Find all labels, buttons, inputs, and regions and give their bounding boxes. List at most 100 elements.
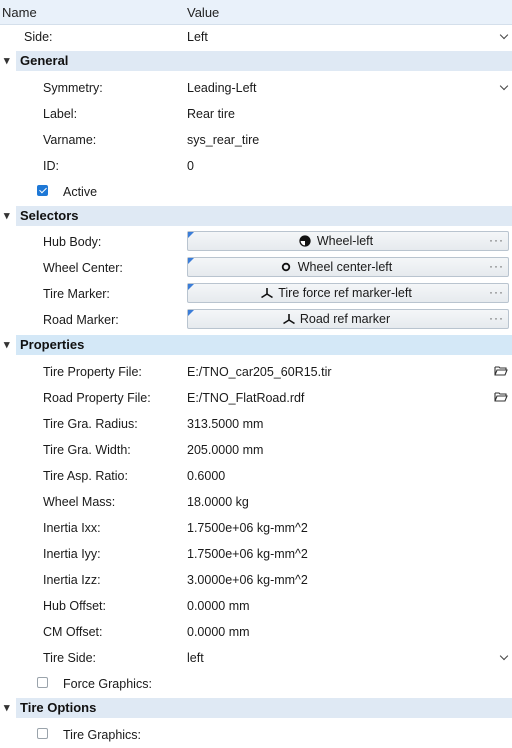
property-panel: Name Value Side: Left ▾ General Symmetry…: [0, 0, 512, 743]
tire-marker-row[interactable]: Tire Marker: Tire force ref marker-left …: [0, 281, 512, 307]
hub-offset-row[interactable]: Hub Offset: 0.0000 mm: [0, 593, 512, 619]
road-property-file-row[interactable]: Road Property File: E:/TNO_FlatRoad.rdf: [0, 385, 512, 411]
cm-offset-label: CM Offset:: [43, 625, 103, 639]
tire-graphics-checkbox[interactable]: [37, 728, 48, 739]
more-options-icon[interactable]: ···: [489, 259, 504, 273]
section-tire-options-title: Tire Options: [20, 700, 97, 715]
wheel-mass-row[interactable]: Wheel Mass: 18.0000 kg: [0, 489, 512, 515]
hub-body-selector[interactable]: Wheel-left ···: [187, 231, 509, 251]
tire-graphics-row[interactable]: Tire Graphics:: [0, 722, 512, 748]
collapse-caret-icon[interactable]: ▾: [4, 338, 10, 351]
folder-open-icon[interactable]: [494, 391, 508, 405]
side-label: Side:: [24, 30, 53, 44]
collapse-caret-icon[interactable]: ▾: [4, 209, 10, 222]
section-selectors[interactable]: ▾ Selectors: [0, 206, 512, 226]
aspect-ratio-row[interactable]: Tire Asp. Ratio: 0.6000: [0, 463, 512, 489]
road-marker-selector[interactable]: Road ref marker ···: [187, 309, 509, 329]
tire-property-file-row[interactable]: Tire Property File: E:/TNO_car205_60R15.…: [0, 359, 512, 385]
tire-radius-value[interactable]: 313.5000 mm: [187, 417, 263, 431]
section-tire-options[interactable]: ▾ Tire Options: [0, 698, 512, 718]
road-marker-row[interactable]: Road Marker: Road ref marker ···: [0, 307, 512, 333]
tire-width-row[interactable]: Tire Gra. Width: 205.0000 mm: [0, 437, 512, 463]
inertia-izz-label: Inertia Izz:: [43, 573, 101, 587]
tire-marker-selector[interactable]: Tire force ref marker-left ···: [187, 283, 509, 303]
hub-body-row[interactable]: Hub Body: Wheel-left ···: [0, 229, 512, 255]
road-property-file-label: Road Property File:: [43, 391, 151, 405]
section-general-title: General: [20, 53, 69, 68]
tire-side-row[interactable]: Tire Side: left: [0, 645, 512, 671]
hub-body-label: Hub Body:: [43, 235, 102, 249]
body-icon: [299, 235, 311, 247]
symmetry-row[interactable]: Symmetry: Leading-Left: [0, 75, 512, 101]
road-property-file-value[interactable]: E:/TNO_FlatRoad.rdf: [187, 391, 304, 405]
force-graphics-checkbox[interactable]: [37, 677, 48, 688]
marker-icon: [282, 313, 295, 325]
inertia-ixx-label: Inertia Ixx:: [43, 521, 101, 535]
more-options-icon[interactable]: ···: [489, 285, 504, 299]
section-general[interactable]: ▾ General: [0, 51, 512, 71]
tire-property-file-label: Tire Property File:: [43, 365, 142, 379]
inertia-ixx-value[interactable]: 1.7500e+06 kg-mm^2: [187, 521, 308, 535]
id-value[interactable]: 0: [187, 159, 194, 173]
varname-row[interactable]: Varname: sys_rear_tire: [0, 127, 512, 153]
section-selectors-title: Selectors: [20, 208, 79, 223]
force-graphics-label: Force Graphics:: [63, 677, 152, 691]
section-properties[interactable]: ▾ Properties: [0, 335, 512, 355]
tire-side-value[interactable]: left: [187, 651, 204, 665]
collapse-caret-icon[interactable]: ▾: [4, 54, 10, 67]
more-options-icon[interactable]: ···: [489, 311, 504, 325]
tire-radius-row[interactable]: Tire Gra. Radius: 313.5000 mm: [0, 411, 512, 437]
tire-width-value[interactable]: 205.0000 mm: [187, 443, 263, 457]
active-checkbox[interactable]: [37, 185, 48, 196]
point-icon: [280, 261, 292, 273]
wheel-center-label: Wheel Center:: [43, 261, 123, 275]
more-options-icon[interactable]: ···: [489, 233, 504, 247]
chevron-down-icon[interactable]: [499, 30, 509, 40]
cm-offset-value[interactable]: 0.0000 mm: [187, 625, 250, 639]
column-header: Name Value: [0, 0, 512, 25]
inertia-ixx-row[interactable]: Inertia Ixx: 1.7500e+06 kg-mm^2: [0, 515, 512, 541]
folder-open-icon[interactable]: [494, 365, 508, 379]
tire-side-label: Tire Side:: [43, 651, 97, 665]
road-marker-label: Road Marker:: [43, 313, 119, 327]
force-graphics-row[interactable]: Force Graphics:: [0, 671, 512, 697]
varname-label: Varname:: [43, 133, 97, 147]
label-label: Label:: [43, 107, 78, 121]
tire-property-file-value[interactable]: E:/TNO_car205_60R15.tir: [187, 365, 332, 379]
id-row[interactable]: ID: 0: [0, 153, 512, 179]
hub-body-value: Wheel-left: [316, 234, 374, 248]
aspect-ratio-value[interactable]: 0.6000: [187, 469, 225, 483]
wheel-center-selector[interactable]: Wheel center-left ···: [187, 257, 509, 277]
id-label: ID:: [43, 159, 59, 173]
cm-offset-row[interactable]: CM Offset: 0.0000 mm: [0, 619, 512, 645]
wheel-mass-label: Wheel Mass:: [43, 495, 116, 509]
wheel-center-value: Wheel center-left: [297, 260, 393, 274]
marker-icon: [260, 287, 274, 299]
label-value[interactable]: Rear tire: [187, 107, 235, 121]
side-value[interactable]: Left: [187, 30, 208, 44]
inertia-iyy-row[interactable]: Inertia Iyy: 1.7500e+06 kg-mm^2: [0, 541, 512, 567]
chevron-down-icon[interactable]: [499, 651, 509, 661]
section-properties-title: Properties: [20, 337, 85, 352]
hub-offset-label: Hub Offset:: [43, 599, 106, 613]
value-column-header[interactable]: Value: [187, 5, 219, 20]
wheel-mass-value[interactable]: 18.0000 kg: [187, 495, 249, 509]
symmetry-label: Symmetry:: [43, 81, 103, 95]
inertia-izz-value[interactable]: 3.0000e+06 kg-mm^2: [187, 573, 308, 587]
wheel-center-row[interactable]: Wheel Center: Wheel center-left ···: [0, 255, 512, 281]
label-row[interactable]: Label: Rear tire: [0, 101, 512, 127]
tire-width-label: Tire Gra. Width:: [43, 443, 131, 457]
active-row[interactable]: Active: [0, 179, 512, 205]
collapse-caret-icon[interactable]: ▾: [4, 701, 10, 714]
symmetry-value[interactable]: Leading-Left: [187, 81, 257, 95]
hub-offset-value[interactable]: 0.0000 mm: [187, 599, 250, 613]
varname-value[interactable]: sys_rear_tire: [187, 133, 259, 147]
inertia-izz-row[interactable]: Inertia Izz: 3.0000e+06 kg-mm^2: [0, 567, 512, 593]
inertia-iyy-label: Inertia Iyy:: [43, 547, 101, 561]
inertia-iyy-value[interactable]: 1.7500e+06 kg-mm^2: [187, 547, 308, 561]
active-label: Active: [63, 185, 98, 199]
tire-graphics-label: Tire Graphics:: [63, 728, 142, 742]
name-column-header[interactable]: Name: [2, 5, 37, 20]
side-row[interactable]: Side: Left: [0, 24, 512, 50]
chevron-down-icon[interactable]: [499, 81, 509, 91]
